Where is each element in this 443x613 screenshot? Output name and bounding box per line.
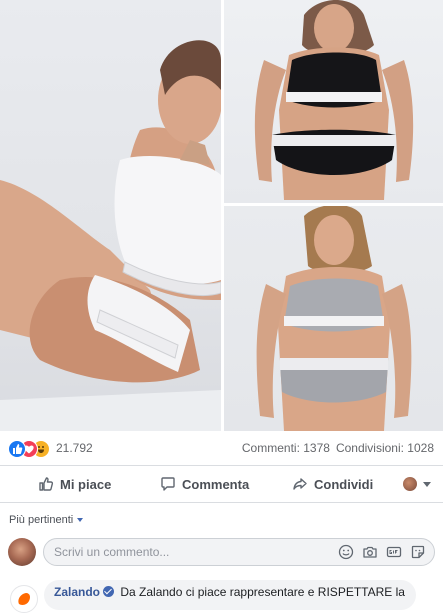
composer-icons	[338, 544, 426, 560]
like-button[interactable]: Mi piace	[38, 466, 111, 502]
top-right-photo[interactable]	[224, 0, 443, 203]
comment-text: Da Zalando ci piace rappresentare e RISP…	[120, 585, 405, 599]
model-black-underwear-image	[254, 0, 414, 200]
comment-text-line: Zalando Da Zalando ci piace rappresentar…	[54, 585, 405, 599]
comment-composer: Scrivi un commento...	[0, 537, 443, 571]
avatar	[403, 477, 417, 491]
emoji-icon[interactable]	[338, 544, 354, 560]
chevron-down-icon	[77, 518, 84, 522]
verified-badge-icon	[103, 586, 115, 597]
gif-icon[interactable]	[386, 544, 402, 560]
chevron-down-icon	[423, 481, 431, 487]
comment-item: Zalando Da Zalando ci piace rappresentar…	[0, 580, 443, 613]
post-stats-bar: 21.792 Commenti: 1378 Condivisioni: 1028	[0, 431, 443, 466]
comment-count[interactable]: Commenti: 1378	[242, 441, 330, 455]
share-label: Condividi	[314, 476, 374, 492]
comment-button[interactable]: Commenta	[160, 466, 249, 502]
thumbs-up-icon	[39, 477, 54, 491]
comment-placeholder: Scrivi un commento...	[54, 545, 170, 559]
comment-icon	[161, 477, 175, 491]
reaction-profile-selector[interactable]	[403, 466, 431, 502]
model-white-underwear-image	[0, 40, 221, 431]
share-count[interactable]: Condivisioni: 1028	[336, 441, 434, 455]
reaction-count[interactable]: 21.792	[56, 441, 93, 455]
zalando-logo-icon[interactable]	[10, 585, 38, 613]
comment-author[interactable]: Zalando	[54, 585, 100, 599]
avatar[interactable]	[8, 538, 36, 566]
comment-input[interactable]: Scrivi un commento...	[43, 538, 435, 566]
comment-label: Commenta	[182, 476, 250, 492]
model-grey-underwear-image	[256, 206, 412, 431]
sticker-icon[interactable]	[410, 544, 426, 560]
camera-icon[interactable]	[362, 544, 378, 560]
share-button[interactable]: Condividi	[292, 466, 373, 502]
share-arrow-icon	[293, 478, 307, 490]
like-icon	[8, 440, 26, 458]
comment-bubble: Zalando Da Zalando ci piace rappresentar…	[44, 580, 416, 610]
bottom-right-photo[interactable]	[224, 206, 443, 431]
post-actions-bar: Mi piace Commenta Condividi	[0, 466, 443, 503]
post-photo-grid	[0, 0, 443, 431]
sort-label: Più pertinenti	[9, 514, 74, 526]
comment-sort-dropdown[interactable]: Più pertinenti	[9, 514, 84, 526]
like-label: Mi piace	[60, 476, 112, 492]
main-photo[interactable]	[0, 0, 221, 431]
comment-share-counts: Commenti: 1378 Condivisioni: 1028	[236, 441, 434, 455]
